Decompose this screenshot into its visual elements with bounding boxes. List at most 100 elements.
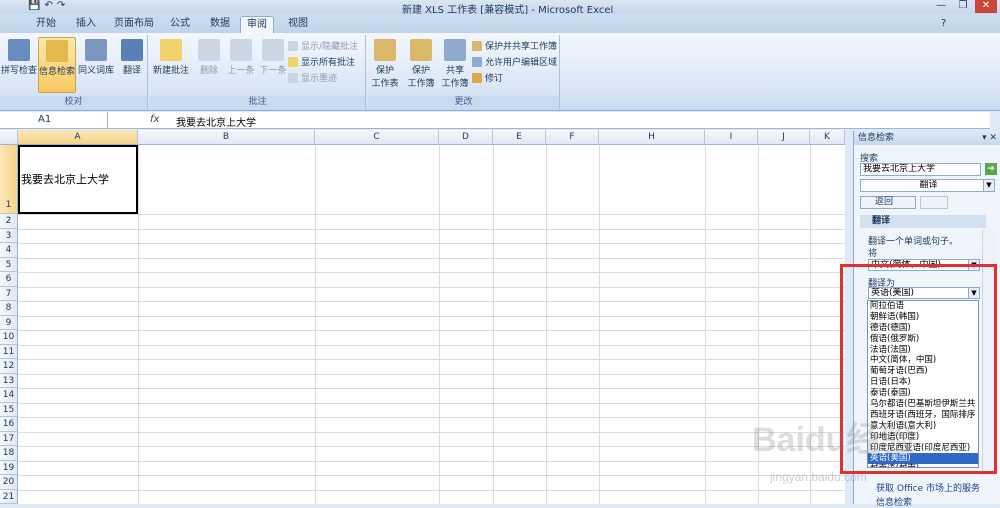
column-header[interactable]: F [546, 130, 599, 145]
track-changes-button[interactable]: 修订 [472, 71, 503, 84]
row-header[interactable]: 19 [0, 460, 18, 475]
grid-line [18, 359, 845, 360]
column-header[interactable]: H [599, 130, 705, 145]
row-header[interactable]: 15 [0, 402, 18, 417]
research-options-link[interactable]: 信息检索 [876, 495, 912, 508]
language-option[interactable]: 日语(日本) [868, 377, 978, 388]
column-header[interactable]: J [758, 130, 810, 145]
insert-function-icon[interactable]: fx [150, 114, 159, 125]
language-option[interactable]: 法语(法国) [868, 345, 978, 356]
language-option[interactable]: 泰语(泰国) [868, 388, 978, 399]
undo-icon[interactable]: ↶ [44, 0, 52, 14]
show-hide-comment-button[interactable]: 显示/隐藏批注 [288, 39, 358, 52]
office-marketplace-link[interactable]: 获取 Office 市场上的服务 [876, 481, 980, 494]
row-header[interactable]: 2 [0, 214, 18, 229]
tab-review[interactable]: 审阅 [240, 16, 274, 33]
language-option[interactable]: 朝鲜语(韩国) [868, 312, 978, 323]
tab-page-layout[interactable]: 页面布局 [108, 16, 160, 33]
column-header[interactable]: E [493, 130, 546, 145]
redo-icon[interactable]: ↷ [57, 0, 65, 14]
row-header[interactable]: 9 [0, 315, 18, 330]
row-header[interactable]: 5 [0, 257, 18, 272]
row-header[interactable]: 21 [0, 489, 18, 504]
show-all-comments-button[interactable]: 显示所有批注 [288, 55, 355, 68]
next-comment-button[interactable]: 下一条 [254, 37, 292, 93]
research-button[interactable]: 信息检索 [38, 37, 76, 93]
row-header[interactable]: 1 [0, 145, 18, 214]
start-search-button[interactable]: ➔ [985, 163, 997, 175]
pane-scrollbar[interactable] [982, 230, 995, 475]
language-option[interactable]: 阿拉伯语 [868, 301, 978, 312]
maximize-button[interactable]: ❐ [952, 0, 974, 13]
column-header[interactable]: D [439, 130, 493, 145]
tab-formulas[interactable]: 公式 [164, 16, 196, 33]
translate-section-header[interactable]: 翻译 [860, 215, 986, 228]
share-workbook-icon [444, 39, 466, 61]
new-comment-button[interactable]: 新建批注 [152, 37, 190, 93]
grid-line [705, 145, 706, 504]
minimize-button[interactable]: — [930, 0, 952, 13]
search-input[interactable]: 我要去北京上大学 [860, 163, 981, 176]
row-header[interactable]: 18 [0, 446, 18, 461]
language-option[interactable]: 乌尔都语(巴基斯坦伊斯兰共 [868, 399, 978, 410]
share-workbook-button[interactable]: 共享 工作簿 [438, 37, 472, 93]
row-header[interactable]: 13 [0, 373, 18, 388]
column-header[interactable]: B [138, 130, 315, 145]
service-select[interactable]: 翻译 ▼ [860, 179, 995, 192]
changes-group: 保护 工作表 保护 工作簿 共享 工作簿 保护并共享工作簿 允许用户编辑区域 修… [368, 35, 560, 109]
grid-line [18, 446, 845, 447]
row-header[interactable]: 3 [0, 228, 18, 243]
tab-home[interactable]: 开始 [30, 16, 62, 33]
column-header[interactable]: A [18, 130, 138, 145]
name-box[interactable]: A1 [0, 112, 108, 128]
spell-check-button[interactable]: 拼写检查 [0, 37, 38, 93]
show-ink-button[interactable]: 显示墨迹 [288, 71, 337, 84]
protect-sheet-button[interactable]: 保护 工作表 [368, 37, 402, 93]
close-pane-icon[interactable]: ▾ ✕ [982, 131, 997, 145]
row-header[interactable]: 12 [0, 359, 18, 374]
row-header[interactable]: 8 [0, 301, 18, 316]
language-option[interactable]: 俄语(俄罗斯) [868, 334, 978, 345]
row-header[interactable]: 7 [0, 286, 18, 301]
row-header[interactable]: 10 [0, 330, 18, 345]
row-header[interactable]: 11 [0, 344, 18, 359]
watermark-url: jingyan.baidu.com [770, 470, 867, 484]
row-header[interactable]: 4 [0, 243, 18, 258]
to-language-select[interactable]: 英语(美国) ▼ [868, 287, 980, 299]
protect-share-workbook-button[interactable]: 保护并共享工作簿 [472, 39, 557, 52]
show-all-comments-icon [288, 56, 298, 67]
language-option[interactable]: 越南语(越南) [868, 464, 978, 467]
column-header[interactable]: C [315, 130, 439, 145]
formula-input[interactable]: 我要去北京上大学 [176, 114, 256, 129]
save-icon[interactable]: 💾 [28, 0, 40, 14]
worksheet-grid[interactable]: A B C D E F H I J K 1 2 3 4 5 6 7 8 9 10 11 12 13 14 1… [0, 130, 845, 504]
quick-access-toolbar: 💾 ↶ ↷ [28, 0, 65, 14]
grid-line [493, 145, 494, 504]
row-header[interactable]: 6 [0, 272, 18, 287]
back-button[interactable]: 返回 [860, 196, 916, 209]
cell-a1[interactable]: 我要去北京上大学 [18, 145, 138, 214]
tab-data[interactable]: 数据 [204, 16, 236, 33]
language-option[interactable]: 中文(简体，中国) [868, 355, 978, 366]
protect-workbook-button[interactable]: 保护 工作簿 [402, 37, 440, 93]
select-all-corner[interactable] [0, 130, 18, 145]
chevron-down-icon: ▼ [968, 260, 979, 270]
column-header[interactable]: I [705, 130, 758, 145]
forward-button[interactable] [920, 196, 948, 209]
row-header[interactable]: 16 [0, 417, 18, 432]
row-header[interactable]: 20 [0, 475, 18, 490]
close-button[interactable]: ✕ [975, 0, 997, 13]
thesaurus-button[interactable]: 同义词库 [77, 37, 115, 93]
row-header[interactable]: 17 [0, 431, 18, 446]
language-option[interactable]: 德语(德国) [868, 323, 978, 334]
row-header[interactable]: 14 [0, 388, 18, 403]
from-language-select[interactable]: 中文(简体，中国) ▼ [868, 259, 980, 271]
help-icon[interactable]: ? [935, 16, 952, 33]
tab-insert[interactable]: 插入 [70, 16, 102, 33]
language-option[interactable]: 葡萄牙语(巴西) [868, 366, 978, 377]
grid-line [18, 388, 845, 389]
tab-view[interactable]: 视图 [282, 16, 314, 33]
translate-button[interactable]: 翻译 [113, 37, 151, 93]
column-header[interactable]: K [810, 130, 845, 145]
allow-edit-ranges-button[interactable]: 允许用户编辑区域 [472, 55, 557, 68]
